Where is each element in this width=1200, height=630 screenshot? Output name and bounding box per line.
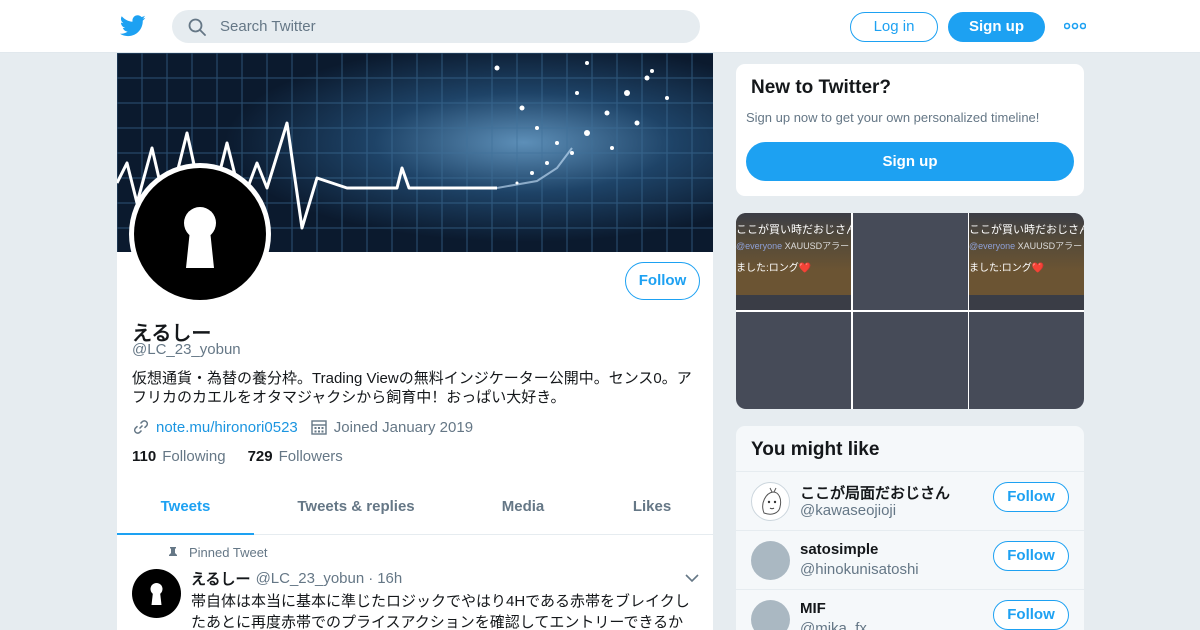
followers-label: Followers xyxy=(278,448,343,465)
following-count: 110 xyxy=(132,448,157,465)
link-icon xyxy=(133,420,149,434)
follow-button[interactable]: Follow xyxy=(625,262,700,300)
you-might-like-title: You might like xyxy=(751,439,880,460)
suggested-account[interactable]: satosimple @hinokunisatoshi Follow xyxy=(736,530,1084,589)
following-label: Following xyxy=(162,448,226,465)
pin-icon xyxy=(169,546,177,560)
tweet-separator: · xyxy=(368,570,374,587)
media-tile[interactable]: ここが買い時だおじさん @everyone XAUUSDアラー ました:ロング❤… xyxy=(969,213,1084,310)
followers-stat[interactable]: 729 Followers xyxy=(248,448,343,465)
profile-stats: 110 Following 729 Followers xyxy=(132,448,365,465)
media-tile-line3: ました:ロング❤️ xyxy=(969,263,1045,274)
suggested-account-handle[interactable]: @kawaseojioji xyxy=(800,502,896,519)
media-tile-line2: @everyone XAUUSDアラー xyxy=(736,239,849,252)
login-button[interactable]: Log in xyxy=(850,12,938,42)
signup-button[interactable]: Sign up xyxy=(948,12,1045,42)
keyhole-icon xyxy=(184,207,216,268)
tweet-author-handle[interactable]: @LC_23_yobun xyxy=(256,570,365,587)
pinned-tweet-label: Pinned Tweet xyxy=(167,545,268,560)
tab-tweets[interactable]: Tweets xyxy=(117,485,254,535)
media-grid: ここが買い時だおじさん @everyone XAUUSDアラー ました:ロング❤… xyxy=(736,213,1084,409)
tweet-author-name[interactable]: えるしー xyxy=(191,568,251,589)
search-icon xyxy=(188,18,206,36)
signup-card-title: New to Twitter? xyxy=(751,77,892,98)
media-tile-line2-text: XAUUSDアラー xyxy=(782,241,850,251)
suggested-account[interactable]: ここが局面だおじさん @kawaseojioji Follow xyxy=(736,471,1084,530)
following-stat[interactable]: 110 Following xyxy=(132,448,226,465)
tab-tweets-replies[interactable]: Tweets & replies xyxy=(277,485,435,535)
avatar[interactable] xyxy=(751,482,790,521)
media-tile[interactable] xyxy=(969,312,1084,409)
avatar[interactable] xyxy=(751,600,790,630)
profile-website-link[interactable]: note.mu/hironori0523 xyxy=(156,419,298,436)
keyhole-icon xyxy=(150,583,163,605)
media-tile-line3: ました:ロング❤️ xyxy=(736,263,812,274)
suggested-follow-button[interactable]: Follow xyxy=(993,541,1069,571)
media-thumbnail-stripe xyxy=(736,295,851,310)
you-might-like-card: You might like ここが局面だおじさん @kawaseojioji … xyxy=(735,425,1085,630)
profile-meta: note.mu/hironori0523 Joined January 2019 xyxy=(132,417,473,437)
suggested-follow-button[interactable]: Follow xyxy=(993,600,1069,630)
profile-bio: 仮想通貨・為替の養分枠。Trading Viewの無料インジケーター公開中。セン… xyxy=(132,370,692,406)
twitter-bird-icon[interactable] xyxy=(120,14,146,38)
tab-likes[interactable]: Likes xyxy=(607,485,697,535)
followers-count: 729 xyxy=(247,448,273,465)
suggested-account-name[interactable]: ここが局面だおじさん xyxy=(800,482,950,503)
search-box[interactable] xyxy=(172,10,700,43)
suggested-account[interactable]: MIF @mika_fx Follow xyxy=(736,589,1084,630)
media-tile-mention: @everyone xyxy=(969,241,1016,251)
profile-joined-date: Joined January 2019 xyxy=(333,418,474,436)
tweet-text: 帯自体は本当に基本に準じたロジックでやはり4Hである赤帯をブレイクしたあとに再度… xyxy=(191,593,690,630)
tweet-timestamp[interactable]: 16h xyxy=(377,570,402,587)
media-tile-line2-text: XAUUSDアラー xyxy=(1015,241,1083,251)
suggested-account-name[interactable]: MIF xyxy=(800,600,826,617)
tab-media[interactable]: Media xyxy=(477,485,569,535)
sketch-avatar-icon xyxy=(762,487,782,515)
more-dots-icon[interactable] xyxy=(1064,20,1086,32)
top-nav-bar: Log in Sign up xyxy=(0,0,1200,53)
new-to-twitter-card: New to Twitter? Sign up now to get your … xyxy=(735,63,1085,197)
tweet-avatar[interactable] xyxy=(132,569,181,618)
avatar[interactable] xyxy=(751,541,790,580)
media-tile[interactable] xyxy=(853,312,968,409)
media-tile-line2: @everyone XAUUSDアラー xyxy=(969,239,1082,252)
calendar-icon xyxy=(311,420,327,435)
profile-handle[interactable]: @LC_23_yobun xyxy=(132,341,241,358)
media-tile-title: ここが買い時だおじさん xyxy=(736,224,851,236)
media-tile-title: ここが買い時だおじさん xyxy=(969,224,1084,236)
profile-column: Follow えるしー @LC_23_yobun 仮想通貨・為替の養分枠。Tra… xyxy=(116,53,714,630)
chevron-down-icon[interactable] xyxy=(685,573,699,583)
suggested-account-name[interactable]: satosimple xyxy=(800,541,878,558)
media-tile[interactable] xyxy=(853,213,968,310)
suggested-account-handle[interactable]: @hinokunisatoshi xyxy=(800,561,919,578)
tweet-header: えるしー @LC_23_yobun · 16h xyxy=(191,568,402,589)
media-thumbnail-stripe xyxy=(969,295,1084,310)
media-tile[interactable]: ここが買い時だおじさん @everyone XAUUSDアラー ました:ロング❤… xyxy=(736,213,851,310)
media-tile[interactable] xyxy=(736,312,851,409)
signup-card-button[interactable]: Sign up xyxy=(746,142,1074,181)
pinned-tweet-text: Pinned Tweet xyxy=(189,545,268,560)
search-input[interactable] xyxy=(220,10,680,43)
suggested-account-handle[interactable]: @mika_fx xyxy=(800,620,867,630)
profile-avatar[interactable] xyxy=(129,163,271,305)
profile-tabs: Tweets Tweets & replies Media Likes xyxy=(117,485,713,535)
signup-card-subtitle: Sign up now to get your own personalized… xyxy=(746,110,1040,125)
suggested-follow-button[interactable]: Follow xyxy=(993,482,1069,512)
media-tile-mention: @everyone xyxy=(736,241,783,251)
